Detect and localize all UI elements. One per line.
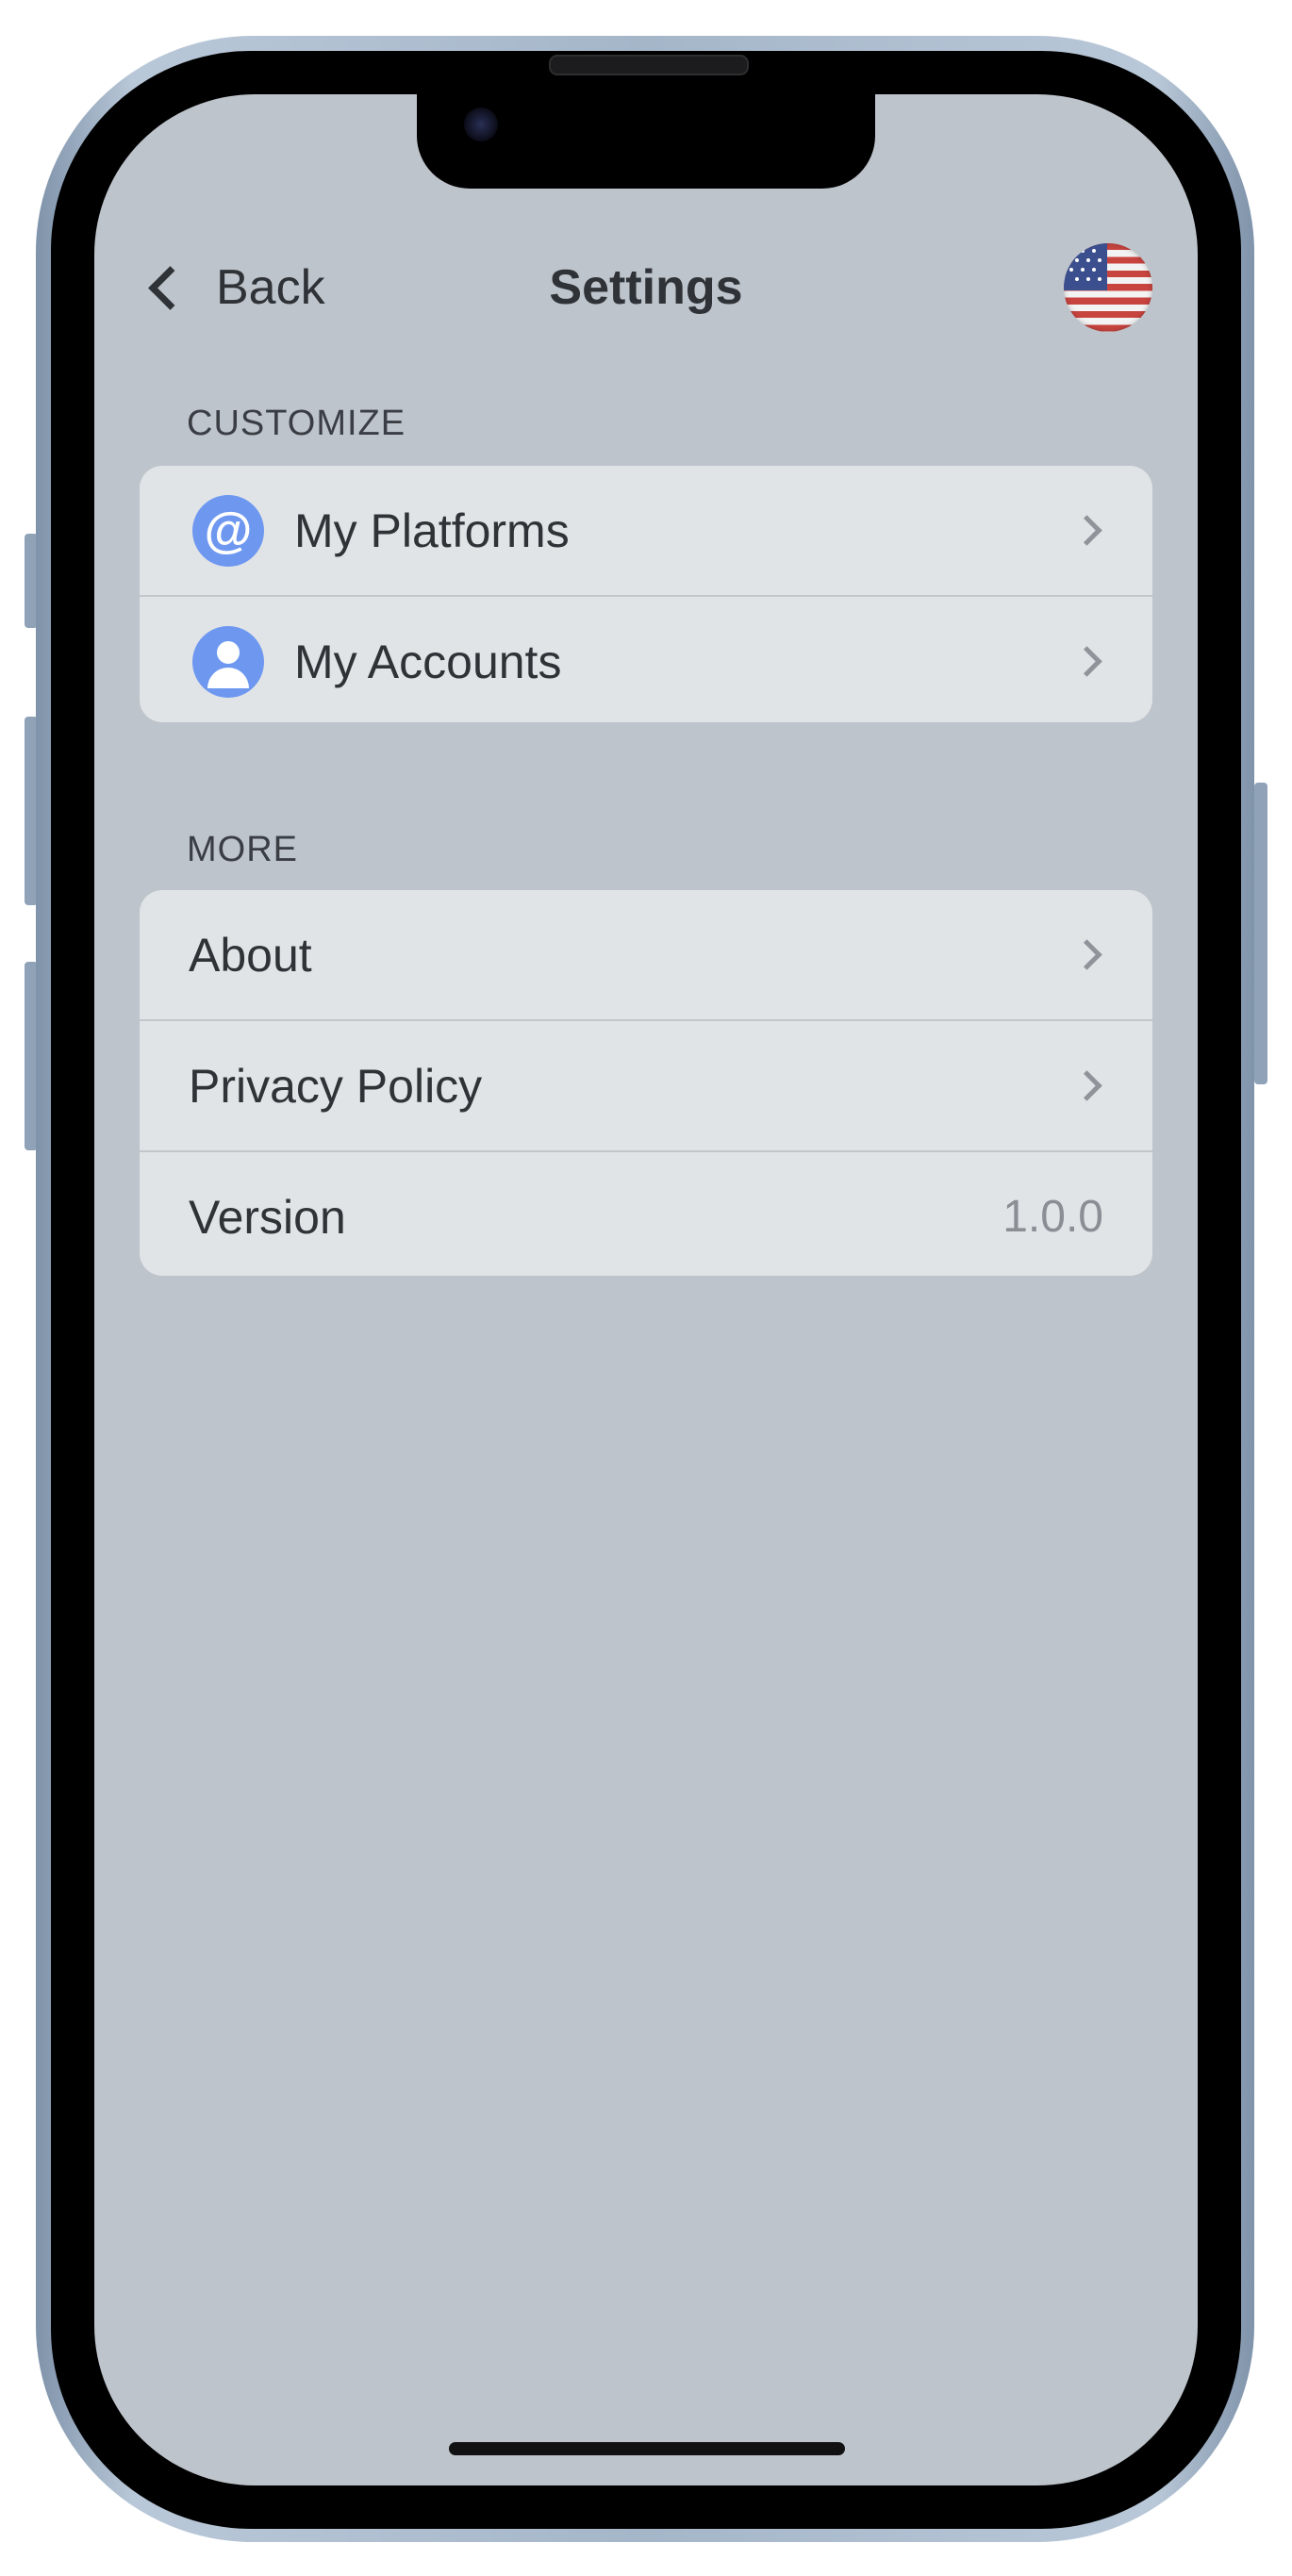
- version-value: 1.0.0: [1002, 1192, 1103, 1242]
- power-button: [1254, 783, 1267, 1084]
- about-row[interactable]: About: [140, 890, 1152, 1019]
- about-label: About: [189, 928, 312, 982]
- chevron-left-icon: [148, 265, 192, 310]
- my-platforms-row[interactable]: @ My Platforms: [140, 466, 1152, 595]
- us-flag-icon[interactable]: [1064, 243, 1152, 332]
- person-icon: [192, 625, 264, 698]
- home-indicator[interactable]: [449, 2442, 845, 2455]
- chevron-right-icon: [1071, 515, 1102, 546]
- back-label: Back: [216, 260, 325, 315]
- chevron-right-icon: [1071, 939, 1102, 970]
- chevron-right-icon: [1071, 1070, 1102, 1101]
- speaker-grille: [549, 55, 749, 75]
- version-row: Version 1.0.0: [140, 1150, 1152, 1276]
- privacy-policy-row[interactable]: Privacy Policy: [140, 1019, 1152, 1150]
- my-accounts-row[interactable]: My Accounts: [140, 595, 1152, 722]
- at-sign-icon: @: [192, 494, 264, 567]
- customize-group: @ My Platforms My Accounts: [140, 466, 1152, 722]
- privacy-policy-label: Privacy Policy: [189, 1059, 483, 1113]
- version-label: Version: [189, 1190, 346, 1244]
- my-accounts-label: My Accounts: [294, 635, 562, 688]
- chevron-right-icon: [1071, 646, 1102, 677]
- section-header-customize: CUSTOMIZE: [187, 404, 406, 443]
- my-platforms-label: My Platforms: [294, 504, 570, 557]
- back-button[interactable]: Back: [141, 253, 325, 322]
- front-camera: [464, 107, 498, 141]
- section-header-more: MORE: [187, 830, 298, 869]
- screen: [94, 94, 1198, 2485]
- flag-canton: [1064, 243, 1107, 290]
- more-group: About Privacy Policy Version 1.0.0: [140, 890, 1152, 1276]
